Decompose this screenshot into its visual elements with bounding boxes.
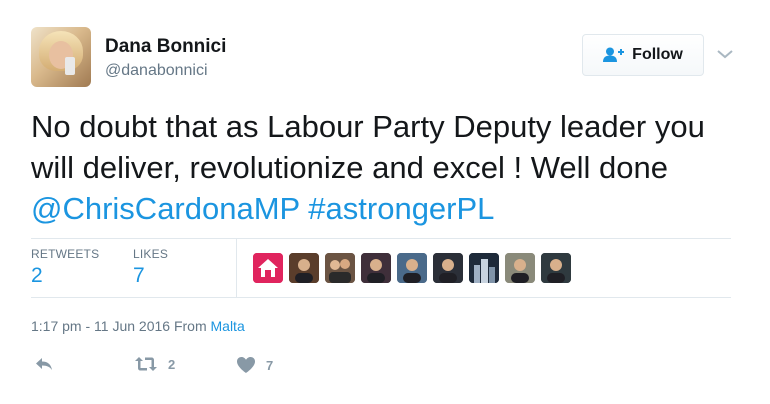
person-icon <box>361 253 391 283</box>
person-icon <box>325 253 355 283</box>
hashtag-link[interactable]: #astrongerPL <box>308 191 494 226</box>
retweet-count: 2 <box>168 356 176 372</box>
like-button[interactable]: 7 <box>236 356 273 374</box>
person-icon <box>397 253 427 283</box>
person-icon <box>433 253 463 283</box>
user-avatar[interactable] <box>31 27 91 87</box>
tweet-text: No doubt that as Labour Party Deputy lea… <box>31 106 751 229</box>
liker-avatar[interactable] <box>289 253 319 283</box>
follow-button[interactable]: Follow <box>582 34 704 76</box>
heart-icon <box>237 357 255 373</box>
person-icon <box>505 253 535 283</box>
chevron-down-icon[interactable] <box>716 48 734 60</box>
tweet-meta: 1:17 pm - 11 Jun 2016 From Malta <box>31 318 245 334</box>
add-user-icon <box>603 47 625 62</box>
liker-avatar[interactable] <box>469 253 499 283</box>
reply-icon <box>36 358 52 370</box>
person-icon <box>289 253 319 283</box>
liker-avatar[interactable] <box>505 253 535 283</box>
retweets-stat[interactable]: RETWEETS 2 <box>31 247 99 288</box>
liker-avatar[interactable] <box>325 253 355 283</box>
retweet-icon <box>135 357 157 371</box>
liker-avatar[interactable] <box>433 253 463 283</box>
like-count: 7 <box>266 357 274 373</box>
user-name[interactable]: Dana Bonnici <box>105 36 226 58</box>
stats-divider <box>236 239 237 297</box>
tweet-stats: RETWEETS 2 LIKES 7 <box>31 238 731 298</box>
likes-stat[interactable]: LIKES 7 <box>133 247 168 288</box>
liker-avatar[interactable] <box>541 253 571 283</box>
home-logo-icon <box>253 253 283 283</box>
building-icon <box>469 253 499 283</box>
likes-label: LIKES <box>133 247 169 261</box>
reply-button[interactable] <box>34 356 54 372</box>
liker-avatar[interactable] <box>361 253 391 283</box>
retweets-label: RETWEETS <box>31 247 100 261</box>
mention-link[interactable]: @ChrisCardonaMP <box>31 191 300 226</box>
tweet-body: No doubt that as Labour Party Deputy lea… <box>31 109 705 185</box>
liker-avatar[interactable] <box>253 253 283 283</box>
follow-button-label: Follow <box>632 46 683 63</box>
retweets-count: 2 <box>31 264 43 287</box>
user-handle[interactable]: @danabonnici <box>105 62 208 80</box>
likes-count: 7 <box>133 264 145 287</box>
person-icon <box>541 253 571 283</box>
tweet-location[interactable]: Malta <box>211 318 245 334</box>
liker-avatar[interactable] <box>397 253 427 283</box>
tweet-timestamp[interactable]: 1:17 pm - 11 Jun 2016 From <box>31 318 211 334</box>
retweet-button[interactable]: 2 <box>134 356 175 372</box>
likers-avatars <box>253 253 571 283</box>
